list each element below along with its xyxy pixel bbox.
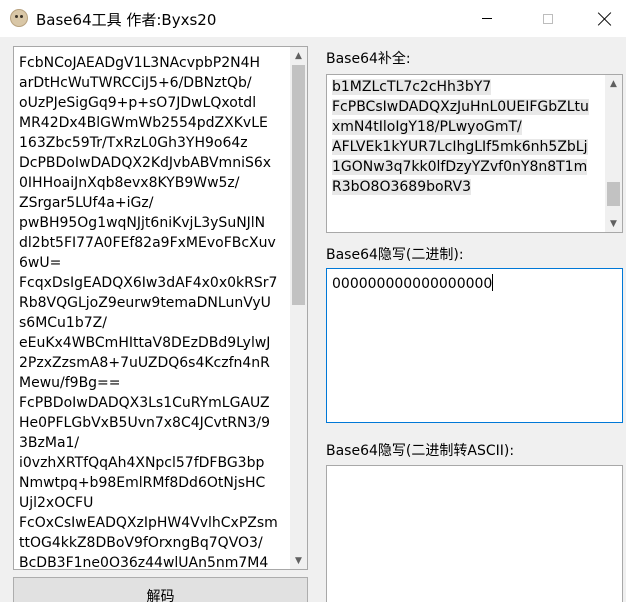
scroll-down-arrow-icon[interactable]: ▼ <box>290 552 307 569</box>
padding-line: 1GONw3q7kk0lfDzyYZvf0nY8n8T1m <box>332 159 588 175</box>
padding-line: FcPBCsIwDADQXzJuHnL0UEIFGbZLtu <box>332 99 589 115</box>
close-icon <box>598 12 612 26</box>
scroll-down-arrow-icon[interactable]: ▼ <box>605 215 622 232</box>
base64-input-text: FcbNCoJAEADgV1L3NAcvpbP2N4H arDtHcWuTWRC… <box>19 55 278 570</box>
padding-line: xmN4tIloIgY18/PLwyoGmT/ <box>332 119 522 135</box>
scroll-thumb[interactable] <box>607 182 620 206</box>
base64-input-textarea[interactable]: FcbNCoJAEADgV1L3NAcvpbP2N4H arDtHcWuTWRC… <box>13 46 308 570</box>
input-vertical-scrollbar[interactable]: ▲ ▼ <box>290 47 307 569</box>
window-title: Base64工具 作者:Byxs20 <box>36 11 217 29</box>
close-button[interactable] <box>582 0 626 37</box>
stego-binary-value: 000000000000000000 <box>332 276 493 292</box>
stego-ascii-textarea[interactable] <box>326 465 623 602</box>
base64-tool-window: Base64工具 作者:Byxs20 FcbNCoJAEADgV1L3NAcvp… <box>0 0 626 602</box>
scroll-thumb[interactable] <box>292 65 305 305</box>
padding-line: AFLVEk1kYUR7LcIhgLIf5mk6nh5ZbLj <box>332 139 588 155</box>
scroll-up-arrow-icon[interactable]: ▲ <box>290 47 307 64</box>
text-caret <box>492 274 494 291</box>
minimize-icon <box>482 18 492 19</box>
padding-output-textarea[interactable]: b1MZLcTL7c2cHh3bY7 FcPBCsIwDADQXzJuHnL0U… <box>326 74 623 233</box>
stego-binary-text: 000000000000000000 <box>332 274 494 294</box>
padding-label: Base64补全: <box>326 51 411 67</box>
minimize-button[interactable] <box>464 0 510 37</box>
scroll-up-arrow-icon[interactable]: ▲ <box>605 75 622 92</box>
title-bar[interactable]: Base64工具 作者:Byxs20 <box>0 0 626 37</box>
padding-line: b1MZLcTL7c2cHh3bY7 <box>332 79 492 95</box>
decode-button[interactable]: 解码 <box>13 577 308 602</box>
maximize-button[interactable] <box>525 0 571 37</box>
stego-binary-label: Base64隐写(二进制): <box>326 247 464 263</box>
app-icon <box>10 9 28 27</box>
maximize-icon <box>543 13 553 24</box>
padding-output-text: b1MZLcTL7c2cHh3bY7 FcPBCsIwDADQXzJuHnL0U… <box>332 77 589 197</box>
padding-vertical-scrollbar[interactable]: ▲ ▼ <box>605 75 622 232</box>
stego-ascii-label: Base64隐写(二进制转ASCII): <box>326 443 515 459</box>
stego-binary-textarea[interactable]: 000000000000000000 <box>326 268 623 423</box>
padding-line: R3bO8O3689boRV3 <box>332 179 471 195</box>
